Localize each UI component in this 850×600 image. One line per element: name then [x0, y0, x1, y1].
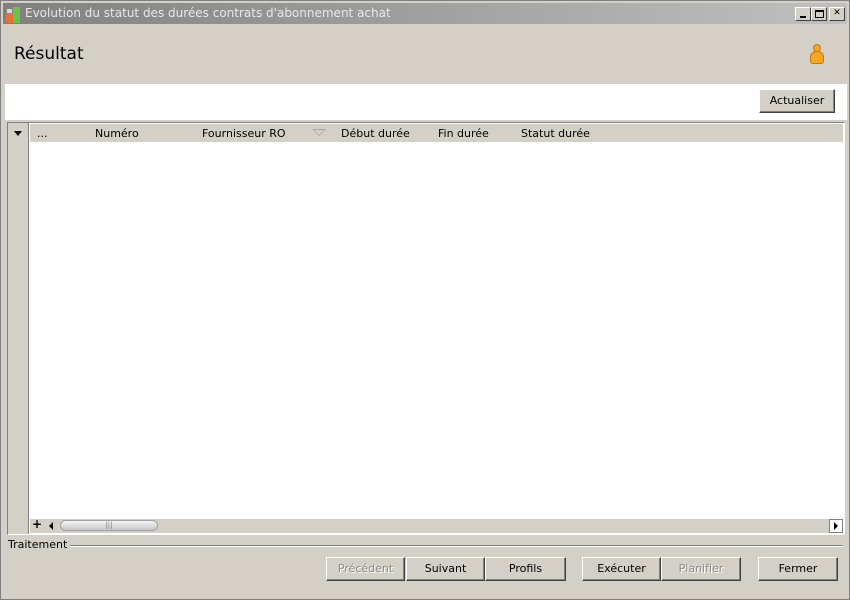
minimize-icon — [800, 16, 806, 18]
column-header-debut[interactable]: Début durée — [341, 127, 410, 140]
close-button[interactable]: Fermer — [758, 557, 838, 581]
column-header-statut[interactable]: Statut durée — [521, 127, 590, 140]
column-header-more[interactable]: ... — [37, 127, 48, 140]
grid-header: ... Numéro Fournisseur RO Début durée Fi… — [30, 124, 843, 142]
close-icon: ✕ — [833, 8, 841, 18]
app-icon — [6, 7, 22, 23]
grid-menu-icon[interactable] — [14, 131, 22, 136]
maximize-icon — [815, 10, 824, 18]
window-title: Evolution du statut des durées contrats … — [25, 6, 391, 20]
page-title: Résultat — [14, 44, 84, 64]
execute-button[interactable]: Exécuter — [582, 557, 661, 581]
schedule-button-label: Planifier — [678, 562, 724, 575]
scroll-right-icon[interactable] — [829, 519, 843, 533]
page-header: Résultat — [3, 25, 849, 83]
close-button-label: Fermer — [778, 562, 818, 575]
previous-button-label: Précédent — [337, 562, 394, 575]
scroll-thumb[interactable]: ||| — [60, 520, 158, 531]
refresh-button-label: Actualiser — [769, 94, 825, 107]
schedule-button[interactable]: Planifier — [661, 557, 741, 581]
toolbar: Actualiser — [5, 84, 847, 120]
grid-row-selector — [8, 123, 29, 534]
column-header-fournisseur[interactable]: Fournisseur RO — [202, 127, 286, 140]
previous-button[interactable]: Précédent — [326, 557, 405, 581]
close-window-button[interactable]: ✕ — [829, 7, 845, 21]
next-button-label: Suivant — [424, 562, 467, 575]
section-divider — [61, 545, 843, 547]
sort-icon[interactable] — [312, 129, 326, 136]
profiles-button[interactable]: Profils — [485, 557, 566, 581]
maximize-button[interactable] — [811, 7, 827, 21]
minimize-button[interactable] — [795, 7, 811, 21]
scroll-left-icon[interactable] — [46, 520, 58, 532]
next-button[interactable]: Suivant — [406, 557, 485, 581]
column-header-numero[interactable]: Numéro — [95, 127, 139, 140]
section-label: Traitement — [8, 538, 71, 551]
column-header-fin[interactable]: Fin durée — [438, 127, 489, 140]
horizontal-scrollbar[interactable]: + ||| — [30, 517, 843, 533]
user-icon[interactable] — [809, 44, 825, 66]
execute-button-label: Exécuter — [597, 562, 646, 575]
title-bar[interactable]: Evolution du statut des durées contrats … — [3, 3, 847, 24]
refresh-button[interactable]: Actualiser — [759, 89, 835, 113]
application-window: Evolution du statut des durées contrats … — [0, 0, 850, 600]
add-row-icon[interactable]: + — [32, 517, 42, 531]
results-grid[interactable]: ... Numéro Fournisseur RO Début durée Fi… — [7, 122, 845, 535]
profiles-button-label: Profils — [508, 562, 543, 575]
